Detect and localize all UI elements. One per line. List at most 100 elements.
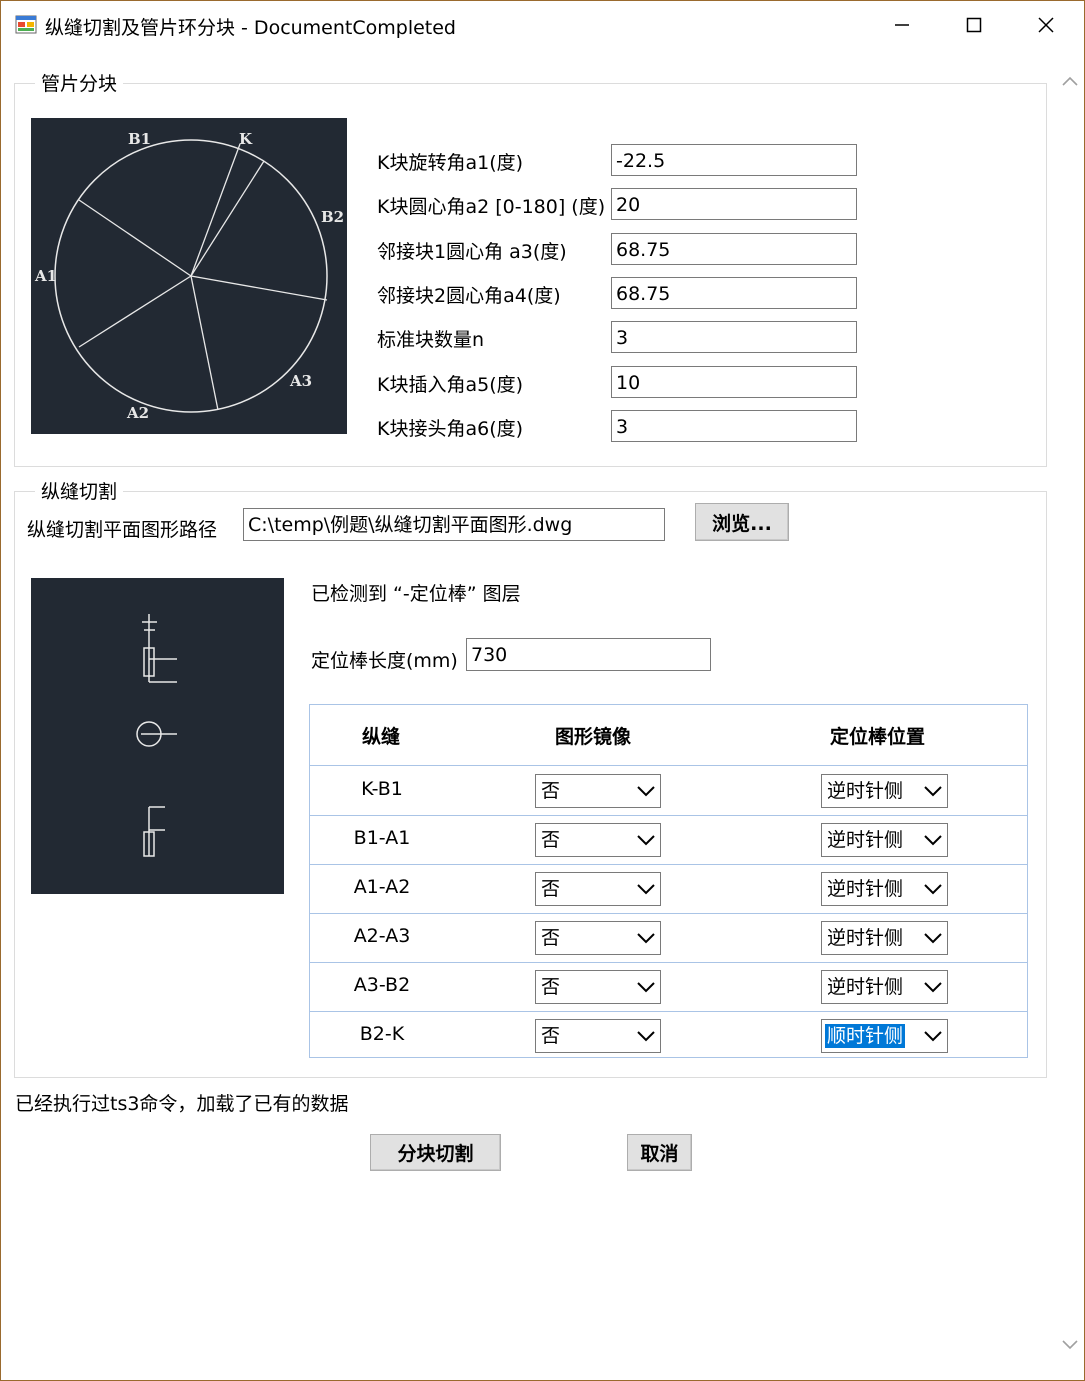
position-value: 顺时针侧 xyxy=(825,1024,906,1048)
position-select[interactable]: 顺时针侧 xyxy=(821,1019,948,1053)
k-joint-angle-label: K块接头角a6(度) xyxy=(377,418,524,440)
table-row: B1-A1 否 逆时针侧 xyxy=(310,815,1027,865)
mirror-select[interactable]: 否 xyxy=(535,823,661,857)
label-b2: B2 xyxy=(321,208,344,226)
app-form-icon xyxy=(15,15,37,34)
minimize-button[interactable] xyxy=(867,1,937,49)
k-joint-angle-input[interactable]: 3 xyxy=(611,410,857,442)
cancel-button[interactable]: 取消 xyxy=(627,1134,692,1171)
table-row: B2-K 否 顺时针侧 xyxy=(310,1011,1027,1060)
chevron-down-icon xyxy=(637,884,655,895)
table-row: A2-A3 否 逆时针侧 xyxy=(310,913,1027,963)
mirror-value: 否 xyxy=(541,927,561,949)
mirror-value: 否 xyxy=(541,780,561,802)
mirror-select[interactable]: 否 xyxy=(535,970,661,1004)
k-rotation-label: K块旋转角a1(度) xyxy=(377,152,524,174)
chevron-down-icon xyxy=(637,1031,655,1042)
chevron-down-icon xyxy=(1062,1340,1078,1350)
maximize-button[interactable] xyxy=(939,1,1009,49)
seam-cell: A3-B2 xyxy=(353,974,411,996)
chevron-down-icon xyxy=(924,786,942,797)
mirror-select[interactable]: 否 xyxy=(535,872,661,906)
position-value: 逆时针侧 xyxy=(827,976,904,998)
k-central-angle-input[interactable]: 20 xyxy=(611,188,857,220)
seam-cell: K-B1 xyxy=(361,778,403,800)
mirror-value: 否 xyxy=(541,878,561,900)
adjacent2-angle-label: 邻接块2圆心角a4(度) xyxy=(377,285,561,307)
position-value: 逆时针侧 xyxy=(827,878,904,900)
mirror-select[interactable]: 否 xyxy=(535,774,661,808)
chevron-down-icon xyxy=(637,933,655,944)
position-select[interactable]: 逆时针侧 xyxy=(821,872,948,906)
mirror-value: 否 xyxy=(541,976,561,998)
rod-length-label: 定位棒长度(mm) xyxy=(311,650,458,672)
chevron-down-icon xyxy=(924,835,942,846)
chevron-up-icon xyxy=(1062,76,1078,86)
cut-groupbox-title: 纵缝切割 xyxy=(35,477,124,504)
standard-count-input[interactable]: 3 xyxy=(611,321,857,353)
close-button[interactable] xyxy=(1011,1,1081,49)
seam-cell: B2-K xyxy=(359,1023,405,1045)
maximize-icon xyxy=(966,17,982,33)
adjacent2-angle-input[interactable]: 68.75 xyxy=(611,277,857,309)
position-select[interactable]: 逆时针侧 xyxy=(821,774,948,808)
detected-layer-text: 已检测到 “-定位棒” 图层 xyxy=(311,583,521,605)
label-k: K xyxy=(239,130,253,148)
seam-cell: A1-A2 xyxy=(353,876,411,898)
rod-preview-panel xyxy=(31,578,284,894)
chevron-down-icon xyxy=(924,1031,942,1042)
window-title: 纵缝切割及管片环分块 - DocumentCompleted xyxy=(45,17,456,39)
mirror-value: 否 xyxy=(541,829,561,851)
k-insert-angle-input[interactable]: 10 xyxy=(611,366,857,398)
chevron-down-icon xyxy=(924,933,942,944)
adjacent1-angle-input[interactable]: 68.75 xyxy=(611,233,857,265)
position-value: 逆时针侧 xyxy=(827,829,904,851)
client-area: 管片分块 B1 K B2 A1 A3 A2 K块旋转角a1(度) -22.5 K… xyxy=(1,49,1056,1380)
main-window: 纵缝切割及管片环分块 - DocumentCompleted 管片分块 B1 K… xyxy=(0,0,1085,1381)
scroll-up-button[interactable] xyxy=(1058,69,1082,93)
chevron-down-icon xyxy=(637,982,655,993)
seam-table-header: 纵缝 图形镜像 定位棒位置 xyxy=(310,705,1027,766)
k-insert-angle-label: K块插入角a5(度) xyxy=(377,374,524,396)
seam-cell: A2-A3 xyxy=(353,925,411,947)
k-central-angle-label: K块圆心角a2 [0-180] (度) xyxy=(377,196,606,218)
mirror-select[interactable]: 否 xyxy=(535,1019,661,1053)
position-select[interactable]: 逆时针侧 xyxy=(821,921,948,955)
chevron-down-icon xyxy=(924,884,942,895)
position-value: 逆时针侧 xyxy=(827,780,904,802)
position-value: 逆时针侧 xyxy=(827,927,904,949)
rod-preview-drawing xyxy=(136,614,177,857)
header-mirror: 图形镜像 xyxy=(555,726,632,748)
segment-groupbox-title: 管片分块 xyxy=(35,69,124,96)
adjacent1-angle-label: 邻接块1圆心角 a3(度) xyxy=(377,241,567,263)
label-a1: A1 xyxy=(34,267,57,285)
mirror-value: 否 xyxy=(541,1025,561,1047)
browse-button[interactable]: 浏览... xyxy=(695,503,789,541)
k-rotation-input[interactable]: -22.5 xyxy=(611,144,857,176)
table-row: A3-B2 否 逆时针侧 xyxy=(310,962,1027,1012)
scroll-down-button[interactable] xyxy=(1058,1333,1082,1357)
label-a3: A3 xyxy=(289,372,312,390)
split-cut-button[interactable]: 分块切割 xyxy=(370,1134,501,1171)
close-icon xyxy=(1038,17,1054,33)
mirror-select[interactable]: 否 xyxy=(535,921,661,955)
chevron-down-icon xyxy=(637,835,655,846)
standard-count-label: 标准块数量n xyxy=(377,329,485,351)
status-text: 已经执行过ts3命令，加载了已有的数据 xyxy=(15,1093,349,1115)
label-a2: A2 xyxy=(126,404,149,422)
table-row: A1-A2 否 逆时针侧 xyxy=(310,864,1027,914)
position-select[interactable]: 逆时针侧 xyxy=(821,823,948,857)
title-bar[interactable]: 纵缝切割及管片环分块 - DocumentCompleted xyxy=(1,1,1084,49)
path-input[interactable]: C:\temp\例题\纵缝切割平面图形.dwg xyxy=(243,508,665,541)
segment-ring-drawing: B1 K B2 A1 A3 A2 xyxy=(34,130,344,422)
rod-length-input[interactable]: 730 xyxy=(466,638,711,671)
label-b1: B1 xyxy=(128,130,151,148)
vertical-scrollbar[interactable] xyxy=(1058,61,1082,1361)
chevron-down-icon xyxy=(924,982,942,993)
table-row: K-B1 否 逆时针侧 xyxy=(310,766,1027,816)
position-select[interactable]: 逆时针侧 xyxy=(821,970,948,1004)
path-label: 纵缝切割平面图形路径 xyxy=(27,519,218,541)
header-position: 定位棒位置 xyxy=(830,726,926,748)
header-seam: 纵缝 xyxy=(362,726,401,748)
seam-cell: B1-A1 xyxy=(353,827,411,849)
